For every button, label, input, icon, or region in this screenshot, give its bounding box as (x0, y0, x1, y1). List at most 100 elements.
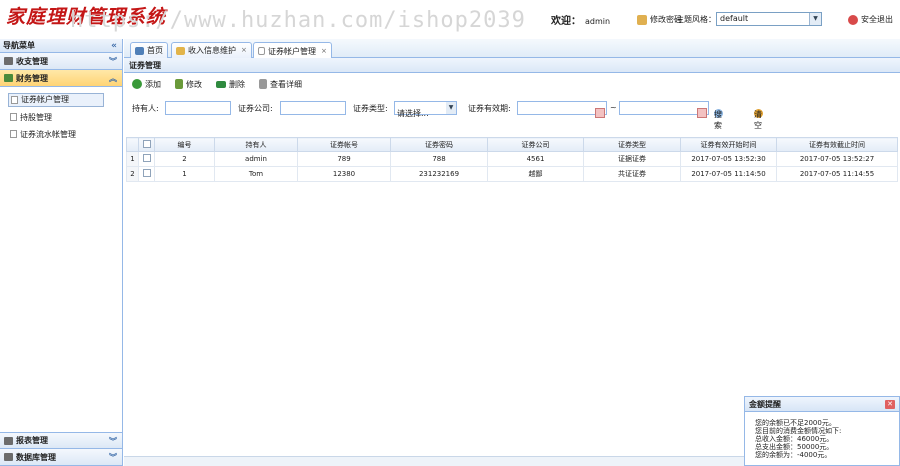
row-checkbox[interactable] (142, 154, 151, 162)
pencil-icon (175, 79, 183, 89)
select-all-checkbox[interactable] (142, 139, 151, 148)
company-input[interactable] (280, 101, 346, 115)
company-label: 证券公司: (238, 104, 273, 113)
collapse-icon[interactable]: « (111, 39, 117, 53)
delete-icon (216, 80, 226, 88)
calendar-icon[interactable] (595, 108, 605, 118)
popup-line: 您的余额已不足2000元。 (755, 419, 836, 427)
view-detail-button[interactable]: 查看详细 (259, 79, 302, 90)
popup-line: 您的余额为：-4000元。 (755, 451, 832, 459)
row-number-header (126, 137, 139, 152)
add-icon (132, 79, 142, 89)
popup-body: 您的余额已不足2000元。 您目前的消费金额情况如下: 总收入金额：46000元… (745, 412, 899, 459)
theme-label: 主题风格： (676, 15, 716, 24)
cell-end: 2017-07-05 13:52:27 (776, 151, 898, 167)
toolbar: 添加 修改 删除 查看详细 (124, 73, 900, 95)
app-header: 家庭理财管理系统 https://www.huzhan.com/ishop203… (0, 0, 900, 38)
column-header[interactable]: 证券帐号 (297, 137, 391, 152)
home-icon (135, 46, 144, 55)
sidebar-bottom: 报表管理 ︾ 数据库管理 ︾ (0, 432, 122, 466)
period-end-input[interactable] (619, 101, 709, 118)
add-button[interactable]: 添加 (132, 79, 161, 90)
cell-type: 证据证券 (583, 151, 681, 167)
sidebar-section-database[interactable]: 数据库管理 ︾ (0, 449, 122, 466)
expand-icon: ︾ (109, 437, 117, 446)
select-all-header (138, 137, 155, 152)
edit-button[interactable]: 修改 (175, 79, 202, 90)
sidebar-section-reports[interactable]: 报表管理 ︾ (0, 432, 122, 449)
watermark: https://www.huzhan.com/ishop2039 (70, 8, 526, 33)
cell-company: 4561 (487, 151, 584, 167)
balance-alert-popup: 金额提醒 ✕ 您的余额已不足2000元。 您目前的消费金额情况如下: 总收入金额：… (744, 396, 900, 466)
file-icon (11, 96, 18, 104)
cell-id: 1 (154, 166, 215, 182)
chevron-down-icon: ▼ (809, 13, 821, 25)
row-number: 1 (126, 151, 139, 167)
key-icon (637, 14, 647, 25)
expand-icon: ︾ (109, 453, 117, 462)
holder-label: 持有人: (132, 104, 159, 113)
cell-account: 789 (297, 151, 391, 167)
cell-end: 2017-07-05 11:14:55 (776, 166, 898, 182)
period-label: 证券有效期: (468, 104, 511, 113)
column-header[interactable]: 证券有效截止时间 (776, 137, 898, 152)
finance-tree: 证券帐户管理 持股管理 证券流水帐管理 (0, 87, 122, 141)
popup-line: 您目前的消费金额情况如下: (755, 427, 842, 435)
column-header[interactable]: 持有人 (214, 137, 298, 152)
cell-start: 2017-07-05 11:14:50 (680, 166, 777, 182)
popup-title: 金额提醒 ✕ (745, 397, 899, 412)
file-icon (10, 130, 17, 138)
search-bar: 持有人: 证券公司: 证券类型: 请选择... ▼ 证券有效期: ~ 搜索 清空 (132, 101, 763, 130)
period-start-input[interactable] (517, 101, 607, 118)
column-header[interactable]: 证券有效开始时间 (680, 137, 777, 152)
tab-income-maintenance[interactable]: 收入信息维护 × (171, 42, 252, 58)
folder-icon (176, 46, 185, 55)
tab-securities-account[interactable]: 证券帐户管理 × (253, 42, 332, 59)
collapse-section-icon: ︽ (109, 74, 117, 83)
calendar-icon[interactable] (697, 108, 707, 118)
close-icon[interactable]: ✕ (885, 400, 895, 409)
delete-button[interactable]: 删除 (216, 79, 245, 90)
tree-item-securities-flow[interactable]: 证券流水帐管理 (8, 127, 122, 141)
popup-line: 总收入金额：46000元。 (755, 435, 834, 443)
expand-icon: ︾ (109, 57, 117, 66)
holder-input[interactable] (165, 101, 231, 115)
row-number: 2 (126, 166, 139, 182)
cell-start: 2017-07-05 13:52:30 (680, 151, 777, 167)
power-icon (848, 14, 858, 25)
tree-item-holdings[interactable]: 持股管理 (8, 110, 122, 124)
file-icon (10, 113, 17, 121)
type-label: 证券类型: (353, 104, 388, 113)
range-separator: ~ (610, 103, 617, 112)
welcome-label: 欢迎： (551, 16, 581, 27)
theme-select[interactable]: default ▼ (716, 12, 822, 26)
column-header[interactable]: 证券类型 (583, 137, 681, 152)
row-checkbox[interactable] (142, 169, 151, 177)
cell-password: 788 (390, 151, 488, 167)
close-icon[interactable]: × (241, 43, 247, 58)
cell-type: 共证证券 (583, 166, 681, 182)
column-header[interactable]: 编号 (154, 137, 215, 152)
table-row[interactable]: 2 1 Tom 12380 231232169 越鄙 共证证券 2017-07-… (126, 166, 898, 182)
row-select-cell (138, 151, 155, 167)
cell-holder: Tom (214, 166, 298, 182)
cell-id: 2 (154, 151, 215, 167)
row-select-cell (138, 166, 155, 182)
type-select[interactable]: 请选择... ▼ (394, 101, 457, 118)
sidebar-section-finance[interactable]: 财务管理 ︽ (0, 70, 122, 87)
tree-item-securities-account[interactable]: 证券帐户管理 (8, 93, 104, 107)
logout-link[interactable]: 安全退出 (848, 14, 893, 25)
table-row[interactable]: 1 2 admin 789 788 4561 证据证券 2017-07-05 1… (126, 151, 898, 167)
welcome-text: 欢迎： admin (551, 12, 610, 27)
popup-line: 总支出金额：50000元。 (755, 443, 834, 451)
column-header[interactable]: 证券公司 (487, 137, 584, 152)
document-icon (258, 47, 265, 55)
column-header[interactable]: 证券密码 (390, 137, 488, 152)
sidebar-title: 导航菜单 « (0, 39, 122, 53)
close-icon[interactable]: × (321, 44, 327, 59)
tab-home[interactable]: 首页 (130, 42, 168, 58)
chevron-down-icon: ▼ (446, 102, 456, 114)
database-icon (4, 453, 13, 461)
securities-table: 编号 持有人 证券帐号 证券密码 证券公司 证券类型 证券有效开始时间 证券有效… (126, 137, 898, 182)
sidebar-section-income[interactable]: 收支管理 ︾ (0, 53, 122, 70)
